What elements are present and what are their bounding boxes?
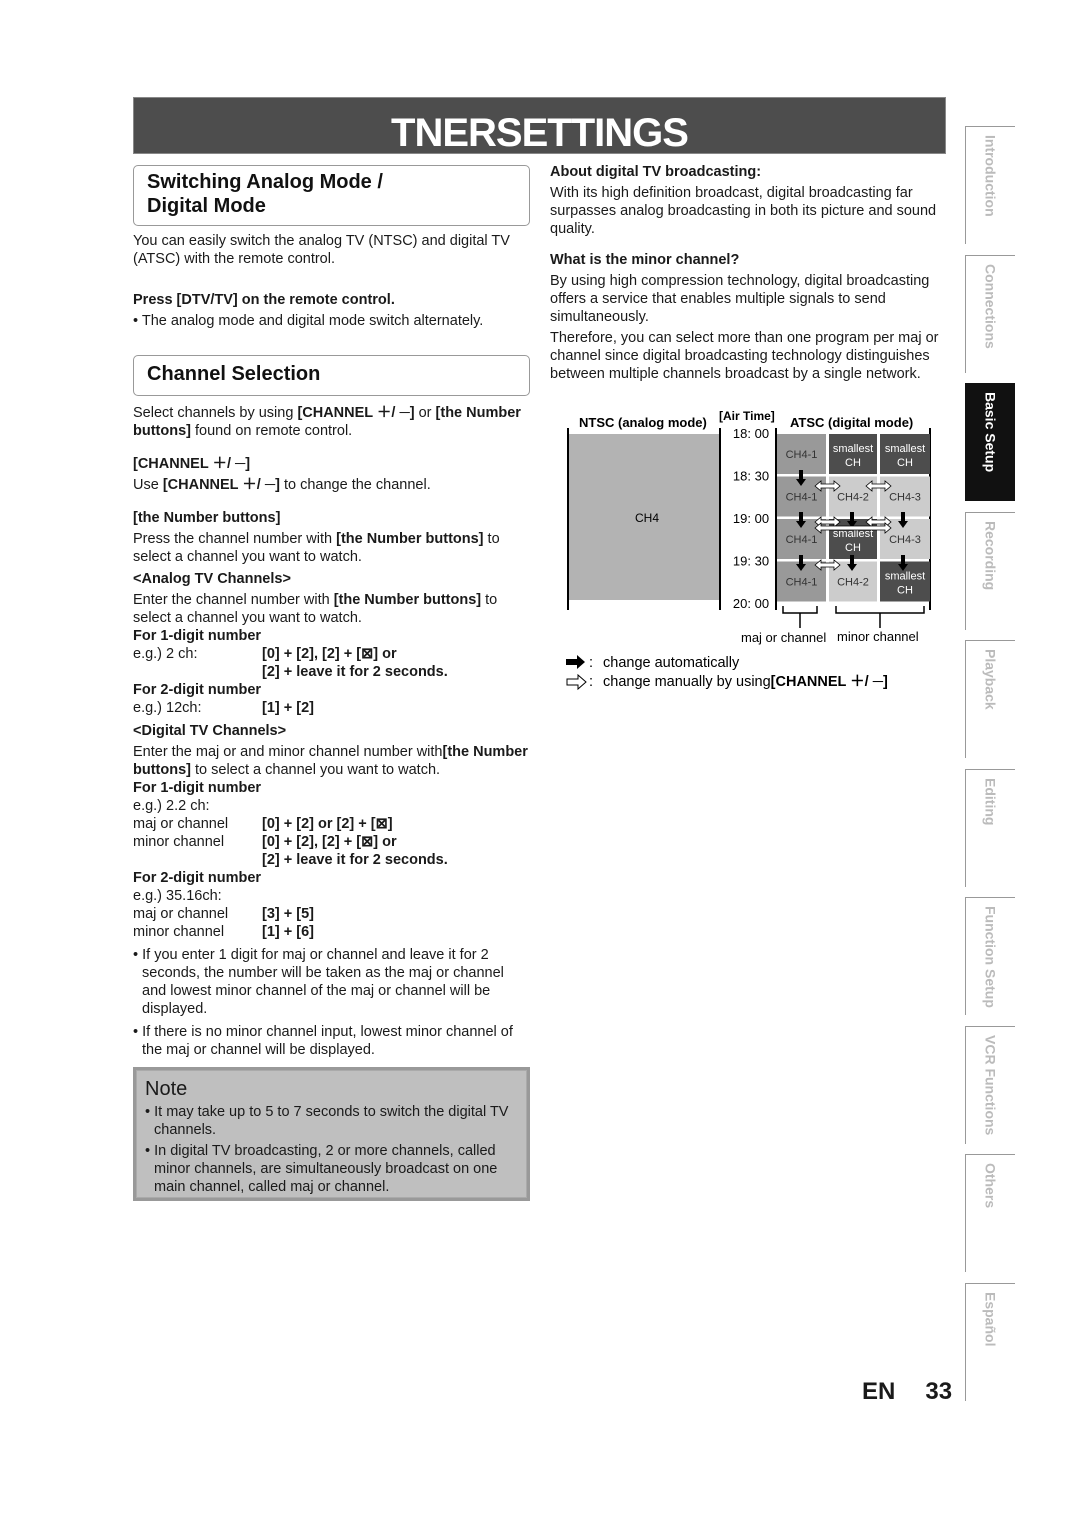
digital-heading: <Digital TV Channels>: [133, 723, 287, 739]
bullet-item: • If you enter 1 digit for maj or channe…: [133, 947, 504, 1017]
hollow-arrow-icon: [566, 673, 587, 691]
cell-label: CH: [897, 457, 913, 469]
ntsc-label: NTSC (analog mode): [579, 415, 707, 430]
side-tab[interactable]: Recording: [965, 511, 1015, 630]
major-channel-label: maj or channel: [741, 630, 826, 645]
side-tab-label: Others: [982, 1163, 999, 1209]
note-item: • It may take up to 5 to 7 seconds to sw…: [145, 1104, 509, 1138]
example-value: [1] + [6]: [262, 924, 314, 940]
cell-label: CH4-1: [786, 492, 818, 504]
legend-separator: :: [589, 674, 593, 690]
subheading: For 1-digit number: [133, 780, 262, 796]
atsc-label: ATSC (digital mode): [790, 415, 913, 430]
side-tab-label: Function Setup: [982, 906, 999, 1008]
cell-label: CH4-3: [889, 492, 921, 504]
note-item: • In digital TV broadcasting, 2 or more …: [145, 1143, 498, 1195]
side-tab[interactable]: Basic Setup: [965, 383, 1015, 501]
solid-arrow-icon: [566, 655, 585, 669]
side-tab-label: VCR Functions: [982, 1034, 999, 1135]
example-value: [2] + leave it for 2 seconds.: [262, 852, 448, 868]
manual-page: TNERSETTINGS Switching Analog Mode / Dig…: [0, 0, 1080, 1528]
page-number: EN 33: [862, 1378, 953, 1405]
channel-brackets: [782, 606, 925, 628]
bullet-item: • If there is no minor channel input, lo…: [133, 1024, 513, 1058]
digital-text: Enter the maj or and minor channel numbe…: [133, 744, 528, 778]
legend-separator: :: [589, 655, 593, 671]
note-box: Note • It may take up to 5 to 7 seconds …: [133, 1067, 530, 1201]
side-tab[interactable]: Introduction: [965, 126, 1015, 244]
side-tab-label: Playback: [982, 649, 999, 710]
side-tab[interactable]: VCR Functions: [965, 1025, 1015, 1144]
time-label: 19: 00: [733, 511, 769, 526]
side-tab[interactable]: Playback: [965, 640, 1015, 758]
cell-label: CH4-1: [786, 449, 818, 461]
time-label: 18: 30: [733, 469, 769, 484]
manual-arrow-icon: [814, 559, 841, 571]
side-tab-label: Español: [982, 1291, 999, 1346]
example-label: minor channel: [133, 834, 225, 850]
side-tab[interactable]: Español: [965, 1282, 1015, 1401]
cell-label: CH4-1: [786, 534, 818, 546]
example-label: minor channel: [133, 924, 225, 940]
cell-label: CH: [845, 457, 861, 469]
time-label: 20: 00: [733, 596, 769, 611]
side-tab-label: Basic Setup: [982, 392, 999, 473]
cell-label: CH4-2: [837, 577, 869, 589]
example-value: [0] + [2] or [2] + [⊠]: [262, 816, 393, 832]
example-label: e.g.) 35.16ch:: [133, 888, 222, 904]
time-label: 19: 30: [733, 554, 769, 569]
cell-label: smallest: [885, 571, 925, 583]
side-tab-label: Introduction: [982, 135, 999, 217]
example-value: [0] + [2], [2] + [⊠] or: [262, 834, 397, 850]
side-tab-label: Recording: [982, 520, 999, 590]
manual-arrow-icon: [814, 480, 841, 492]
example-label: maj or channel: [133, 816, 229, 832]
side-tab[interactable]: Function Setup: [965, 897, 1015, 1015]
ntsc-channel: CH4: [635, 511, 659, 525]
airtime-label: [Air Time]: [719, 409, 775, 423]
minor-channel-label: minor channel: [837, 629, 919, 644]
legend-auto: change automatically: [603, 655, 740, 671]
example-value: [3] + [5]: [262, 906, 314, 922]
cell-label: CH4-3: [889, 534, 921, 546]
cell-label: smallest: [885, 443, 925, 455]
cell-label: CH: [845, 542, 861, 554]
side-tab-label: Editing: [982, 777, 999, 825]
legend-manual: change manually by using[CHANNEL ＋/ ─]: [603, 674, 888, 690]
side-tab[interactable]: Editing: [965, 768, 1015, 887]
cell-label: CH: [897, 585, 913, 597]
side-tab-label: Connections: [982, 263, 999, 349]
side-tab[interactable]: Others: [965, 1154, 1015, 1272]
channel-diagram: NTSC (analog mode) [Air Time] ATSC (digi…: [566, 409, 931, 691]
cell-label: CH4-1: [786, 577, 818, 589]
cell-label: smallest: [833, 443, 873, 455]
manual-arrow-icon: [865, 480, 892, 492]
cell-label: CH4-2: [837, 492, 869, 504]
example-label: e.g.) 2.2 ch:: [133, 798, 210, 814]
subheading: For 2-digit number: [133, 870, 262, 886]
side-tab[interactable]: Connections: [965, 254, 1015, 373]
note-heading: Note: [145, 1078, 188, 1100]
example-label: maj or channel: [133, 906, 229, 922]
time-label: 18: 00: [733, 426, 769, 441]
